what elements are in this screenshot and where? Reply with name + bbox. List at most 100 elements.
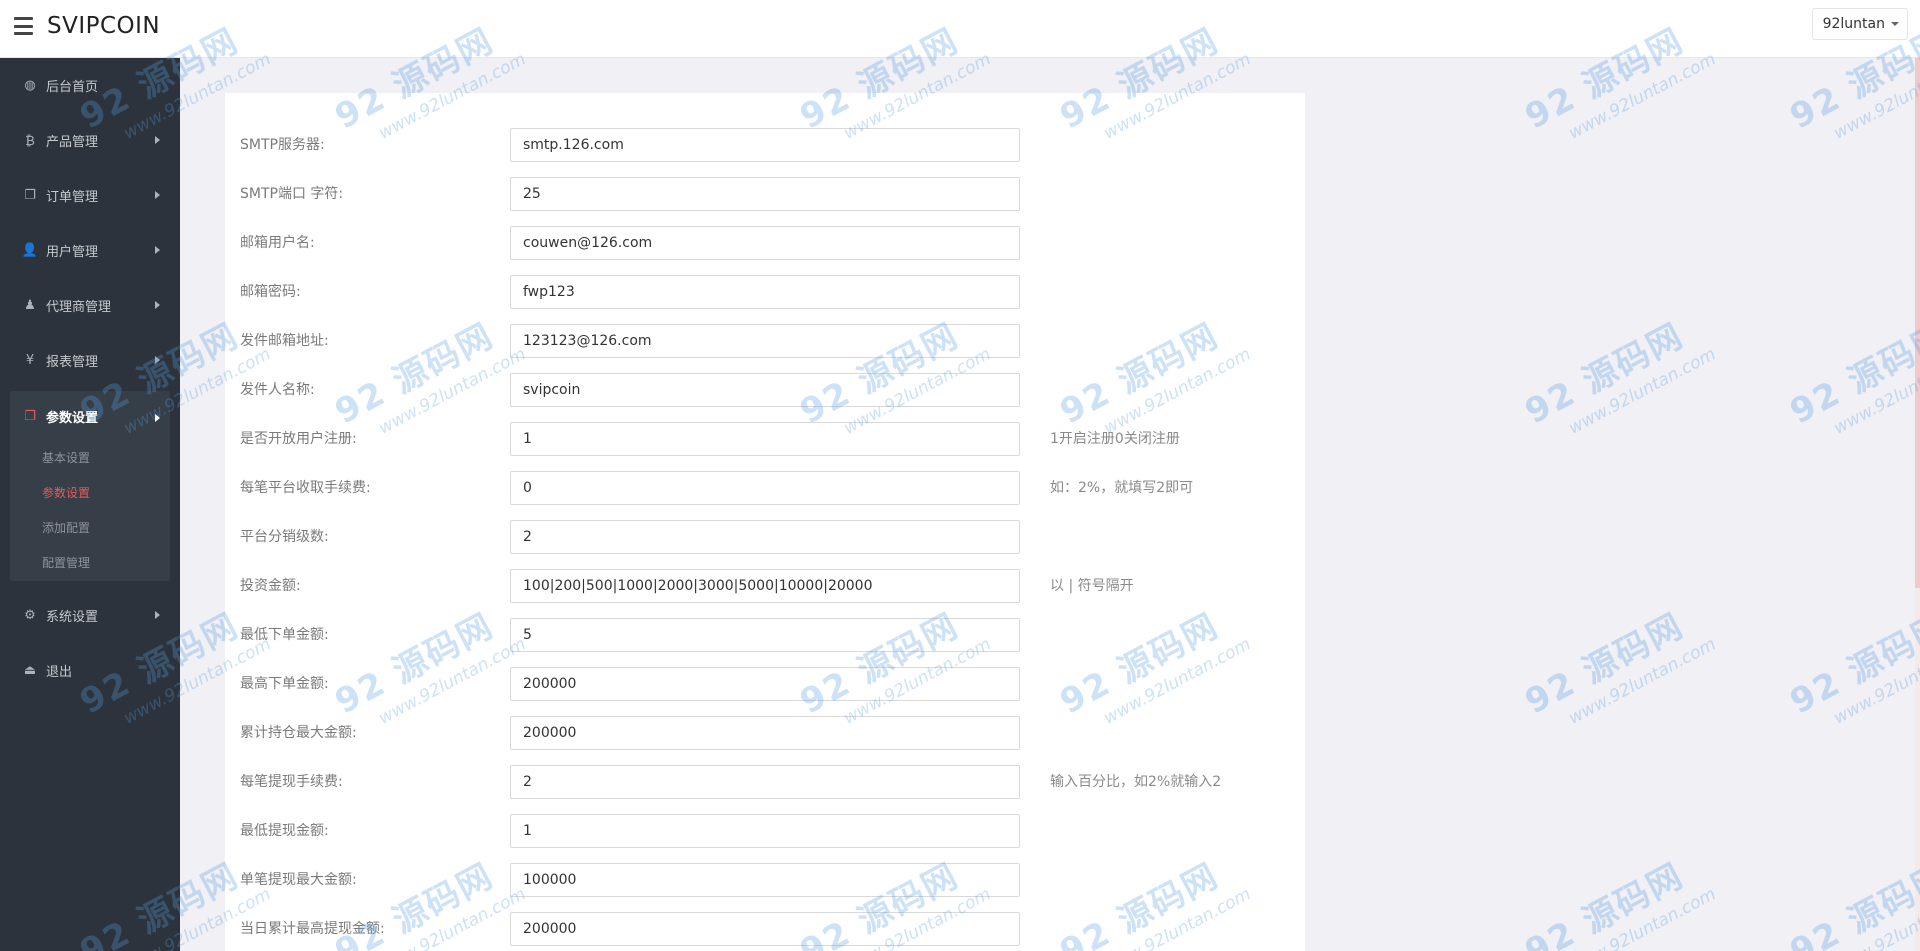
field-input[interactable] xyxy=(510,128,1020,162)
watermark-url: www.92luntan.com xyxy=(1565,884,1720,951)
form-row: 累计持仓最大金额: xyxy=(225,716,1305,765)
watermark-title: 92 源码网 xyxy=(1783,605,1920,723)
field-label: 单笔提现最大金额: xyxy=(240,872,357,888)
submenu-item[interactable]: 基本设置 xyxy=(10,441,170,476)
form-row: 平台分销级数: xyxy=(225,520,1305,569)
sidebar-item-items_top-1[interactable]: ₿ 产品管理 xyxy=(0,113,180,168)
field-input[interactable] xyxy=(510,520,1020,554)
sidebar-item-params[interactable]: ❐ 参数设置 xyxy=(10,391,170,441)
chevron-right-icon xyxy=(155,191,160,199)
field-input[interactable] xyxy=(510,471,1020,505)
sidebar-item-items_bottom-1[interactable]: ⏏ 退出 xyxy=(0,643,180,698)
field-input[interactable] xyxy=(510,275,1020,309)
field-input[interactable] xyxy=(510,667,1020,701)
field-hint: 如：2%，就填写2即可 xyxy=(1050,480,1194,496)
field-input[interactable] xyxy=(510,912,1020,946)
form-row: SMTP服务器: xyxy=(225,128,1305,177)
watermark-title: 92 源码网 xyxy=(1518,605,1691,723)
field-label: 邮箱密码: xyxy=(240,284,301,300)
sidebar-item-label: 后台首页 xyxy=(46,80,99,95)
sidebar-item-label: 系统设置 xyxy=(46,610,99,625)
field-hint: 以 | 符号隔开 xyxy=(1050,578,1134,594)
sidebar-item-items_top-3[interactable]: 👤 用户管理 xyxy=(0,223,180,278)
sidebar-item-items_top-0[interactable]: ◍ 后台首页 xyxy=(0,58,180,113)
sidebar-item-label: 产品管理 xyxy=(46,135,99,150)
watermark: 92 源码网www.92luntan.com xyxy=(1780,299,1920,453)
watermark-url: www.92luntan.com xyxy=(1565,49,1720,144)
copy-icon: ❐ xyxy=(24,408,36,424)
sidebar-item-items_bottom-0[interactable]: ⚙ 系统设置 xyxy=(0,588,180,643)
form-row: SMTP端口 字符: xyxy=(225,177,1305,226)
chevron-right-icon xyxy=(155,136,160,144)
field-label: 每笔提现手续费: xyxy=(240,774,343,790)
watermark-title: 92 源码网 xyxy=(1783,855,1920,951)
field-input[interactable] xyxy=(510,765,1020,799)
sidebar-item-label: 代理商管理 xyxy=(46,300,112,315)
field-input[interactable] xyxy=(510,324,1020,358)
field-label: 最低提现金额: xyxy=(240,823,329,839)
sidebar-item-items_top-2[interactable]: ❐ 订单管理 xyxy=(0,168,180,223)
watermark: 92 源码网www.92luntan.com xyxy=(1515,299,1719,453)
dashboard-icon: ◍ xyxy=(24,78,36,93)
form-row: 最高下单金额: xyxy=(225,667,1305,716)
watermark-url: www.92luntan.com xyxy=(1565,344,1720,439)
field-label: 发件人名称: xyxy=(240,382,315,398)
watermark: 92 源码网www.92luntan.com xyxy=(1515,839,1719,951)
sidebar: ◍ 后台首页 ₿ 产品管理 ❐ 订单管理 👤 用户管理 ♟ 代理商管理 ¥ 报表管理 ❐ 参数设置 基… xyxy=(0,58,180,951)
scrollbar-thumb[interactable] xyxy=(1915,58,1920,588)
field-label: 是否开放用户注册: xyxy=(240,431,357,447)
top-bar: SVIPCOIN 92luntan xyxy=(0,0,1920,58)
watermark-title: 92 源码网 xyxy=(1518,315,1691,433)
sidebar-item-items_top-4[interactable]: ♟ 代理商管理 xyxy=(0,278,180,333)
submenu-item[interactable]: 配置管理 xyxy=(10,546,170,581)
submenu-item[interactable]: 添加配置 xyxy=(10,511,170,546)
sign-out-icon: ⏏ xyxy=(23,663,37,678)
hamburger-menu-icon[interactable] xyxy=(14,17,33,35)
chevron-right-icon xyxy=(155,414,160,422)
bitcoin-icon: ₿ xyxy=(25,133,35,149)
field-label: 累计持仓最大金额: xyxy=(240,725,357,741)
form-row: 最低提现金额: xyxy=(225,814,1305,863)
settings-form: SMTP服务器: SMTP端口 字符: 邮箱用户名: 邮箱密码: 发件邮箱地址: 发件人名… xyxy=(225,93,1305,951)
field-label: 发件邮箱地址: xyxy=(240,333,329,349)
field-input[interactable] xyxy=(510,226,1020,260)
submenu-item[interactable]: 参数设置 xyxy=(10,476,170,511)
form-row: 单笔提现最大金额: xyxy=(225,863,1305,912)
user-dropdown[interactable]: 92luntan xyxy=(1811,8,1908,40)
sidebar-group-params: ❐ 参数设置 基本设置 参数设置 添加配置 配置管理 xyxy=(10,391,170,581)
field-label: SMTP端口 字符: xyxy=(240,186,344,202)
form-row: 当日累计最高提现金额: xyxy=(225,912,1305,951)
field-input[interactable] xyxy=(510,177,1020,211)
sidebar-item-label: 参数设置 xyxy=(46,410,99,426)
watermark-url: www.92luntan.com xyxy=(1565,634,1720,729)
field-label: 最高下单金额: xyxy=(240,676,329,692)
watermark-title: 92 源码网 xyxy=(1518,855,1691,951)
chevron-right-icon xyxy=(155,246,160,254)
field-label: 当日累计最高提现金额: xyxy=(240,921,385,937)
sidebar-item-items_top-5[interactable]: ¥ 报表管理 xyxy=(0,333,180,388)
field-label: 平台分销级数: xyxy=(240,529,329,545)
form-row: 投资金额: 以 | 符号隔开 xyxy=(225,569,1305,618)
field-input[interactable] xyxy=(510,863,1020,897)
field-input[interactable] xyxy=(510,814,1020,848)
sidebar-item-label: 报表管理 xyxy=(46,355,99,370)
sidebar-item-label: 退出 xyxy=(46,665,73,680)
watermark-title: 92 源码网 xyxy=(1783,315,1920,433)
scrollbar[interactable] xyxy=(1915,58,1920,951)
cogs-icon: ⚙ xyxy=(24,608,36,623)
field-input[interactable] xyxy=(510,373,1020,407)
sidebar-nav-bottom: ⚙ 系统设置 ⏏ 退出 xyxy=(0,588,180,698)
field-input[interactable] xyxy=(510,716,1020,750)
sidebar-submenu: 基本设置 参数设置 添加配置 配置管理 xyxy=(10,441,170,581)
field-hint: 输入百分比，如2%就输入2 xyxy=(1050,774,1222,790)
users-icon: ♟ xyxy=(24,298,36,313)
sidebar-item-label: 用户管理 xyxy=(46,245,99,260)
field-input[interactable] xyxy=(510,618,1020,652)
watermark-url: www.92luntan.com xyxy=(1830,884,1920,951)
field-input[interactable] xyxy=(510,422,1020,456)
field-input[interactable] xyxy=(510,569,1020,603)
chevron-right-icon xyxy=(155,356,160,364)
caret-down-icon xyxy=(1891,22,1899,26)
user-icon: 👤 xyxy=(21,243,39,258)
sidebar-nav-top: ◍ 后台首页 ₿ 产品管理 ❐ 订单管理 👤 用户管理 ♟ 代理商管理 ¥ 报表管理 xyxy=(0,58,180,388)
